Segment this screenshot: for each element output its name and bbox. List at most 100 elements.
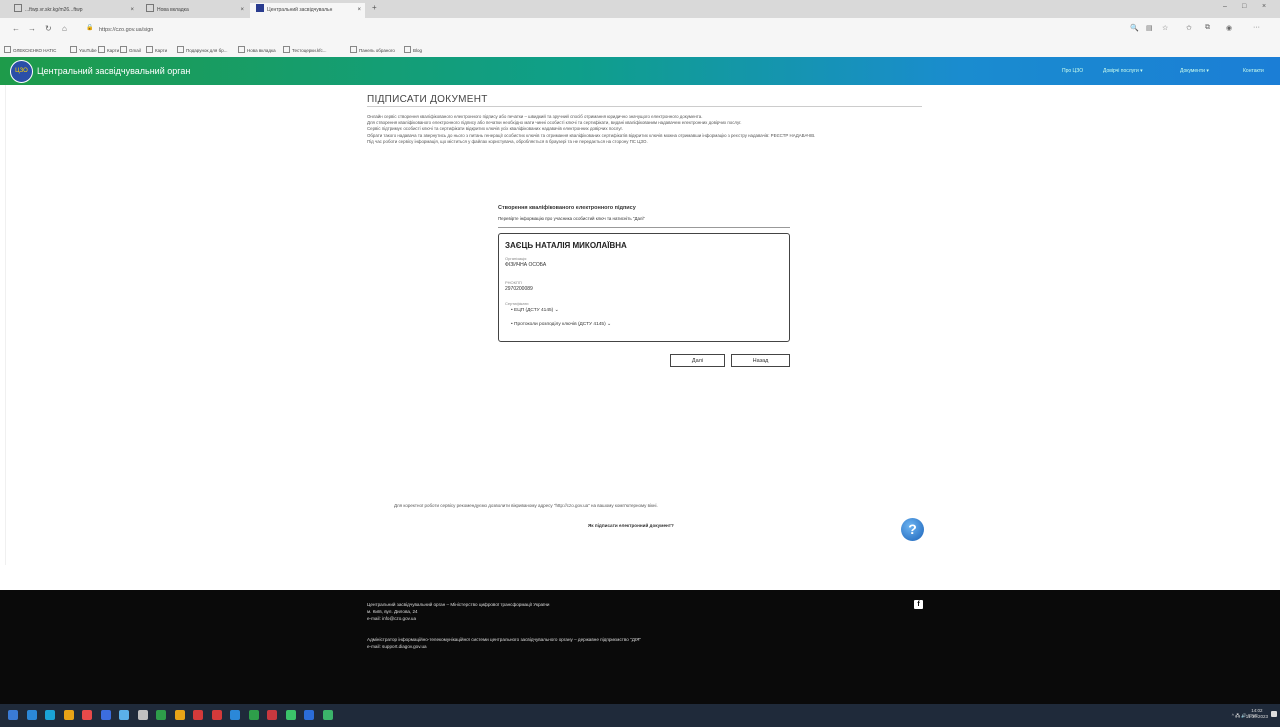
- star-icon[interactable]: ☆: [1162, 24, 1168, 32]
- close-window-button[interactable]: ×: [1262, 3, 1266, 10]
- tab-favicon-icon: [256, 4, 264, 12]
- taskbar-app-icon[interactable]: [45, 710, 55, 720]
- bookmark-icon: [146, 46, 153, 53]
- certificate-item[interactable]: • Протоколи розподілу ключів (ДСТУ 4145)…: [511, 322, 611, 327]
- close-tab-icon[interactable]: ×: [240, 3, 244, 18]
- taskbar-app-icon[interactable]: [267, 710, 277, 720]
- bookmark-item[interactable]: Карти: [98, 46, 119, 53]
- back-arrow-icon[interactable]: ←: [12, 24, 20, 33]
- forward-arrow-icon[interactable]: →: [28, 24, 36, 33]
- site-title[interactable]: Центральний засвідчувальний орган: [37, 66, 190, 76]
- taskbar-app-icon[interactable]: [230, 710, 240, 720]
- bookmark-item[interactable]: Карти: [146, 46, 167, 53]
- nav-documents[interactable]: Документи ▾: [1180, 68, 1209, 74]
- zoom-icon[interactable]: 🔍: [1130, 24, 1139, 32]
- taskbar-app-icon[interactable]: [119, 710, 129, 720]
- bookmark-item[interactable]: Нова вкладка: [238, 46, 276, 53]
- footer-support-email[interactable]: e-mail: support.diagov.gov.ua: [367, 644, 427, 649]
- footer-email[interactable]: e-mail: info@czo.gov.ua: [367, 616, 416, 621]
- home-icon[interactable]: ⌂: [62, 24, 67, 33]
- nav-about[interactable]: Про ЦЗО: [1062, 68, 1083, 74]
- help-icon[interactable]: ?: [901, 518, 924, 541]
- howto-link[interactable]: Як підписати електронний документ?: [588, 523, 674, 528]
- bookmark-label: Панель обраного: [359, 48, 395, 53]
- taskbar-app-icon[interactable]: [322, 710, 333, 720]
- form-title: Створення кваліфікованого електронного п…: [498, 205, 636, 211]
- rnokpp-value: 2970200089: [505, 286, 533, 292]
- bookmark-label: Подарунок для бр...: [186, 48, 228, 53]
- browser-tab-bar: ...ftwp.vr.skr.kg/m26...ftwp × Нова вклад…: [0, 0, 1280, 18]
- site-logo[interactable]: ЦЗО: [10, 60, 33, 83]
- next-button[interactable]: Далі: [670, 354, 725, 367]
- collections-icon[interactable]: ⧉: [1205, 24, 1210, 32]
- reload-icon[interactable]: ↻: [45, 24, 52, 33]
- intro-text: Онлайн сервіс створення кваліфікованого …: [367, 114, 907, 145]
- address-bar[interactable]: https://czo.gov.ua/sign: [99, 24, 1099, 36]
- bookmark-icon: [98, 46, 105, 53]
- certificates-label: Сертифікати: [505, 301, 529, 306]
- browser-tab-active[interactable]: Центральний засвідчувальн ×: [250, 3, 365, 18]
- taskbar-app-icon[interactable]: [100, 710, 111, 720]
- bookmark-icon: [177, 46, 184, 53]
- taskbar-app-icon[interactable]: [285, 710, 296, 720]
- bookmark-item[interactable]: Blog: [404, 46, 422, 53]
- divider: [5, 85, 6, 565]
- reader-icon[interactable]: ▤: [1146, 24, 1153, 32]
- nav-trust-services[interactable]: Довірчі послуги ▾: [1103, 68, 1143, 74]
- browser-tab[interactable]: Нова вкладка ×: [140, 3, 248, 18]
- facebook-icon[interactable]: f: [914, 600, 923, 609]
- tab-title: ...ftwp.vr.skr.kg/m26...ftwp: [25, 7, 83, 13]
- bookmark-item[interactable]: Подарунок для бр...: [177, 46, 227, 53]
- favorites-icon[interactable]: ✩: [1186, 24, 1192, 32]
- bookmark-label: Тестоцерки.kfc...: [292, 48, 327, 53]
- maximize-button[interactable]: □: [1242, 3, 1246, 10]
- nav-contacts[interactable]: Контакти: [1243, 68, 1264, 74]
- signer-name: ЗАЄЦЬ НАТАЛІЯ МИКОЛАЇВНА: [505, 241, 627, 250]
- profile-icon[interactable]: ◉: [1226, 24, 1232, 32]
- browser-notice: Для коректної роботи сервісу рекомендуєм…: [394, 503, 658, 508]
- taskbar-app-icon[interactable]: [304, 710, 314, 720]
- more-icon[interactable]: ···: [1253, 24, 1260, 31]
- taskbar-app-icon[interactable]: [156, 710, 166, 720]
- certificate-item[interactable]: • ЕЦП (ДСТУ 4145) ⌄: [511, 308, 559, 313]
- divider: [498, 227, 790, 228]
- notification-icon[interactable]: [1271, 711, 1277, 717]
- folder-icon: [350, 46, 357, 53]
- taskbar-app-icon[interactable]: [193, 710, 203, 720]
- browser-navbar: ← → ↻ ⌂ 🔒 https://czo.gov.ua/sign 🔍 ▤ ☆ …: [0, 18, 1280, 43]
- page-title: ПІДПИСАТИ ДОКУМЕНТ: [367, 94, 488, 105]
- bookmarks-bar: ОЛЕКСІЄНКО НАТІС YouTube Карти Gmail Кар…: [0, 43, 1280, 58]
- bookmark-item[interactable]: Gmail: [120, 46, 141, 53]
- tab-title: Нова вкладка: [157, 7, 189, 13]
- form-subtitle: Перевірте інформацію про учасника особис…: [498, 216, 645, 221]
- browser-tab[interactable]: ...ftwp.vr.skr.kg/m26...ftwp ×: [8, 3, 138, 18]
- intro-paragraph: Під час роботи сервісу інформація, що мі…: [367, 138, 648, 144]
- taskbar-app-icon[interactable]: [26, 710, 37, 720]
- clock[interactable]: 14:02 11.10.2023: [1246, 708, 1268, 720]
- taskbar-app-icon[interactable]: [137, 710, 148, 720]
- taskbar-app-icon[interactable]: [211, 710, 222, 720]
- certificate-label: Протоколи розподілу ключів (ДСТУ 4145) ⌄: [514, 322, 612, 327]
- back-button[interactable]: Назад: [731, 354, 790, 367]
- taskbar-app-icon[interactable]: [248, 710, 259, 720]
- bookmark-item[interactable]: ОЛЕКСІЄНКО НАТІС: [4, 46, 56, 53]
- new-tab-button[interactable]: +: [372, 3, 377, 12]
- taskbar-app-icon[interactable]: [174, 710, 185, 720]
- lock-icon: 🔒: [86, 25, 94, 31]
- bookmark-item[interactable]: Панель обраного: [350, 46, 395, 53]
- close-tab-icon[interactable]: ×: [357, 3, 361, 18]
- minimize-button[interactable]: –: [1223, 3, 1227, 10]
- taskbar-app-icon[interactable]: [82, 710, 92, 720]
- close-tab-icon[interactable]: ×: [130, 3, 134, 18]
- bookmark-label: ОЛЕКСІЄНКО НАТІС: [13, 48, 57, 53]
- bookmark-label: Gmail: [129, 48, 141, 53]
- bookmark-icon: [4, 46, 11, 53]
- bookmark-icon: [238, 46, 245, 53]
- taskbar-app-icon[interactable]: [63, 710, 74, 720]
- bookmark-item[interactable]: Тестоцерки.kfc...: [283, 46, 327, 53]
- bookmark-item[interactable]: YouTube: [70, 46, 97, 53]
- bookmark-label: Blog: [413, 48, 423, 53]
- start-button[interactable]: [8, 710, 18, 720]
- bookmark-label: YouTube: [79, 48, 97, 53]
- organization-label: Організація: [505, 256, 527, 261]
